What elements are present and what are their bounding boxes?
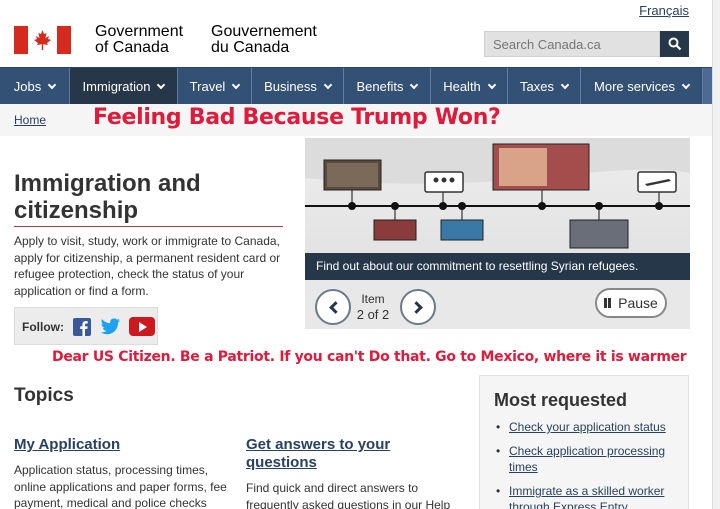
youtube-icon[interactable] <box>129 317 155 336</box>
menu-item-health[interactable]: Health <box>431 68 508 105</box>
check-processing-times-link[interactable]: Check application processing times <box>509 444 665 474</box>
main-menu: Jobs Immigration Travel Business Benefit… <box>0 67 720 105</box>
search-input[interactable] <box>484 31 660 57</box>
immigrate-skilled-worker-link[interactable]: Immigrate as a skilled worker through Ex… <box>509 484 664 509</box>
chevron-down-icon <box>232 80 241 90</box>
menu-item-benefits[interactable]: Benefits <box>344 68 431 105</box>
chevron-left-icon <box>328 300 342 314</box>
overlay-headline-text: Feeling Bad Because Trump Won? <box>93 105 501 130</box>
follow-label: Follow: <box>22 320 64 334</box>
most-requested-heading: Most requested <box>494 390 628 410</box>
carousel-item-label: Item <box>361 292 385 306</box>
pause-icon <box>604 298 612 308</box>
signature-french: Gouvernement du Canada <box>211 23 317 56</box>
chevron-down-icon <box>560 80 570 90</box>
carousel-next-button[interactable] <box>400 289 436 325</box>
timeline-illustration <box>305 138 690 249</box>
chevron-down-icon <box>323 80 333 90</box>
search-button[interactable] <box>660 31 689 57</box>
check-application-status-link[interactable]: Check your application status <box>509 420 666 434</box>
chevron-down-icon <box>410 80 419 90</box>
carousel-image-timeline[interactable] <box>305 138 690 253</box>
signature-english: Government of Canada <box>95 23 184 56</box>
topic-get-answers-description: Find quick and direct answers to frequen… <box>246 481 451 509</box>
overlay-message-text: Dear US Citizen. Be a Patriot. If you ca… <box>52 349 687 365</box>
topic-get-answers-link[interactable]: Get answers to your questions <box>246 436 390 472</box>
search-icon <box>668 37 681 51</box>
feature-carousel: Find out about our commitment to resettl… <box>305 138 690 329</box>
canada-flag-icon[interactable] <box>14 26 71 54</box>
window-scrollbar[interactable] <box>712 0 720 509</box>
chevron-down-icon <box>47 80 57 90</box>
chevron-down-icon <box>681 80 691 90</box>
chevron-right-icon <box>409 300 423 314</box>
list-item: Check application processing times <box>496 443 685 475</box>
menu-item-taxes[interactable]: Taxes <box>508 68 581 105</box>
carousel-item-count: 2 of 2 <box>356 307 390 322</box>
menu-item-jobs[interactable]: Jobs <box>0 68 70 105</box>
list-item: Immigrate as a skilled worker through Ex… <box>496 483 685 509</box>
list-item: Check your application status <box>496 419 685 435</box>
facebook-icon[interactable] <box>73 318 91 336</box>
breadcrumb-home-link[interactable]: Home <box>14 113 46 127</box>
chevron-down-icon <box>157 80 166 90</box>
menu-item-immigration[interactable]: Immigration <box>70 68 178 105</box>
most-requested-panel: Most requested Check your application st… <box>479 375 689 509</box>
carousel-previous-button[interactable] <box>315 289 351 325</box>
intro-paragraph: Apply to visit, study, work or immigrate… <box>14 234 281 298</box>
most-requested-list: Check your application status Check appl… <box>496 419 685 509</box>
follow-social-box: Follow: <box>14 307 158 345</box>
topic-my-application-link[interactable]: My Application <box>14 436 120 454</box>
title-underline <box>14 226 283 227</box>
topic-my-application-description: Application status, processing times, on… <box>14 463 227 509</box>
menu-item-more-services[interactable]: More services <box>581 68 703 105</box>
carousel-caption-link[interactable]: Find out about our commitment to resettl… <box>305 253 690 280</box>
topics-heading: Topics <box>14 385 74 406</box>
carousel-pause-button[interactable]: Pause <box>595 288 667 318</box>
page-title: Immigration and citizenship <box>14 170 201 224</box>
menu-item-travel[interactable]: Travel <box>178 68 252 105</box>
chevron-down-icon <box>487 80 497 90</box>
twitter-icon[interactable] <box>100 317 121 335</box>
language-toggle-link[interactable]: Français <box>639 3 689 18</box>
menu-item-business[interactable]: Business <box>252 68 344 105</box>
